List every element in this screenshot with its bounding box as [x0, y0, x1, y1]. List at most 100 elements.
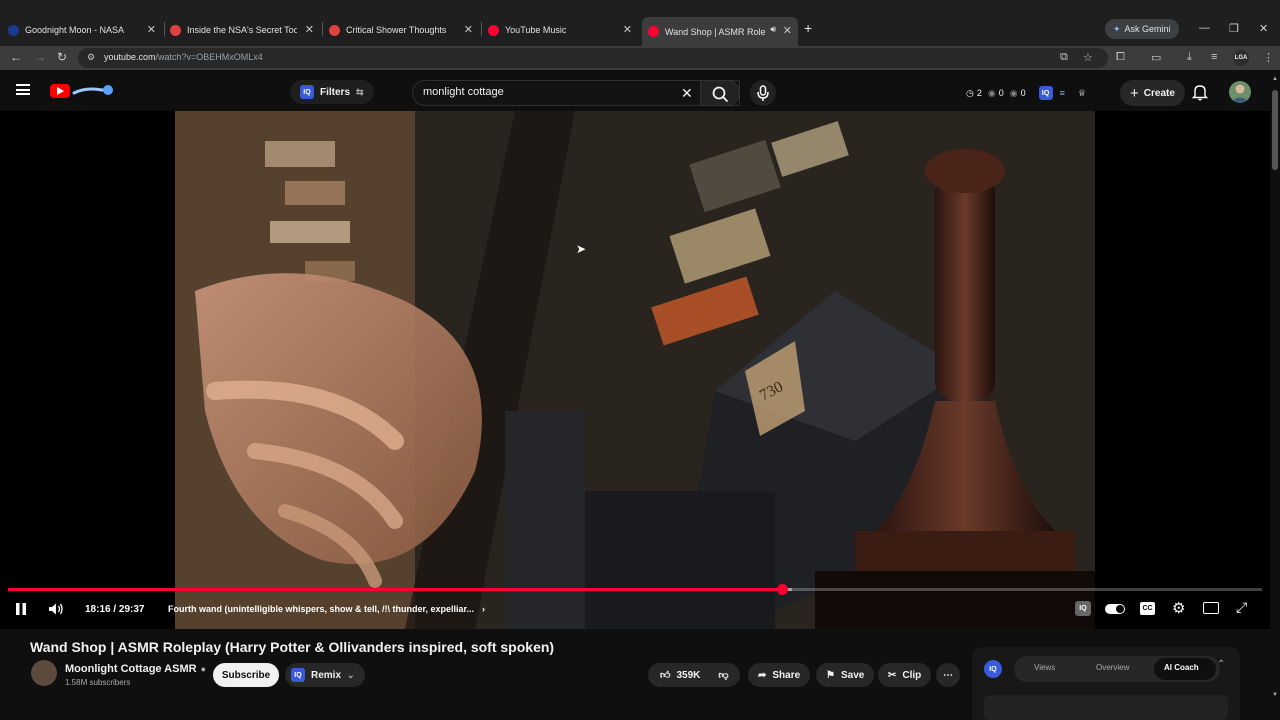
- channel-avatar[interactable]: [31, 660, 57, 686]
- browser-tab-active[interactable]: Wand Shop | ASMR Roleplay 🔊︎ ✕: [642, 17, 798, 46]
- tab-views[interactable]: Views: [1034, 663, 1055, 672]
- verified-icon: ●: [200, 664, 207, 674]
- close-tab-icon[interactable]: ✕: [305, 23, 314, 36]
- youtube-logo[interactable]: [50, 84, 70, 98]
- iq-logo-icon[interactable]: IQ: [1038, 86, 1053, 100]
- close-tab-icon[interactable]: ✕: [783, 24, 792, 37]
- channel-name-row[interactable]: Moonlight Cottage ASMR ●: [65, 663, 206, 675]
- clip-button[interactable]: ✂ Clip: [878, 663, 932, 687]
- clock-icon: ◷: [966, 87, 974, 98]
- browser-tab[interactable]: Inside the NSA's Secret Tool for ✕: [170, 19, 320, 41]
- volume-button[interactable]: [48, 602, 64, 619]
- omnibox[interactable]: ⚙ youtube.com/watch?v=OBEHMxOMLx4 ⧉ ☆: [78, 48, 1108, 68]
- tab-ai-coach[interactable]: AI Coach: [1164, 663, 1199, 672]
- bookmark-star-icon[interactable]: ☆: [1083, 51, 1093, 64]
- browser-menu-icon[interactable]: ⋮: [1263, 51, 1274, 64]
- scroll-up-icon[interactable]: ▲: [1272, 76, 1278, 82]
- search-box[interactable]: ✕: [412, 80, 740, 106]
- download-icon[interactable]: ⤓: [1187, 51, 1192, 64]
- trophy-icon[interactable]: ♕: [1078, 88, 1086, 99]
- search-input[interactable]: [423, 86, 673, 98]
- minimize-icon[interactable]: —: [1199, 22, 1210, 34]
- browser-tab[interactable]: Critical Shower Thoughts ✕: [329, 19, 479, 41]
- close-tab-icon[interactable]: ✕: [147, 23, 156, 36]
- ask-gemini-button[interactable]: ✦ Ask Gemini: [1105, 19, 1179, 39]
- clear-search-icon[interactable]: ✕: [681, 85, 693, 102]
- restore-icon[interactable]: ❐: [1229, 22, 1239, 35]
- profile-avatar[interactable]: LGA: [1233, 50, 1249, 66]
- back-icon[interactable]: ←: [10, 50, 22, 64]
- analytics-side-panel: IQ Views Overview AI Coach ⌃: [972, 647, 1240, 720]
- more-actions-button[interactable]: ⋯: [936, 663, 960, 687]
- dislike-button[interactable]: 👎︎: [718, 669, 728, 681]
- stat-eye-value: 0: [1020, 88, 1026, 98]
- menu-icon[interactable]: [16, 84, 30, 95]
- new-tab-button[interactable]: +: [804, 20, 812, 36]
- autoplay-toggle[interactable]: [1105, 604, 1125, 614]
- pause-button[interactable]: [14, 602, 28, 619]
- settings-gear-icon[interactable]: ⚙: [1172, 599, 1185, 617]
- browser-tab[interactable]: YouTube Music ✕: [488, 19, 638, 41]
- video-frame[interactable]: 730: [175, 111, 1095, 629]
- scroll-thumb[interactable]: [1272, 90, 1278, 170]
- create-label: Create: [1143, 87, 1175, 99]
- close-tab-icon[interactable]: ✕: [623, 23, 632, 36]
- extension-stats[interactable]: ◷ 2 ◉ 0 ◉ 0 IQ ≡ ♕: [966, 86, 1086, 100]
- search-button[interactable]: [700, 80, 740, 106]
- speaker-icon[interactable]: 🔊︎: [770, 24, 776, 35]
- gemini-sparkle-icon: ✦: [1113, 23, 1121, 34]
- remix-label: Remix: [311, 669, 342, 681]
- like-button[interactable]: 👍︎ 359K: [660, 669, 700, 682]
- install-app-icon[interactable]: ⧉: [1060, 51, 1068, 64]
- iq-player-button[interactable]: IQ: [1075, 601, 1091, 616]
- captions-icon[interactable]: CC: [1140, 602, 1155, 615]
- toggle-knob: [1116, 605, 1124, 613]
- youtube-favicon-icon: [648, 26, 659, 37]
- subscribe-button[interactable]: Subscribe: [213, 663, 279, 687]
- voice-search-button[interactable]: [750, 80, 776, 106]
- progress-bar[interactable]: [8, 584, 1262, 595]
- extensions-icon[interactable]: ⧠: [1116, 51, 1125, 64]
- video-player[interactable]: 730 ➤: [0, 111, 1270, 629]
- doodle-logo-icon[interactable]: [72, 84, 114, 98]
- list-icon[interactable]: ≡: [1060, 88, 1065, 98]
- close-tab-icon[interactable]: ✕: [464, 23, 473, 36]
- split-view-icon[interactable]: ▭: [1151, 51, 1161, 64]
- volume-icon: [49, 603, 63, 615]
- filters-button[interactable]: IQ Filters ⇆: [290, 80, 374, 104]
- nasa-favicon-icon: [8, 24, 19, 36]
- tab-overview[interactable]: Overview: [1096, 663, 1129, 672]
- browser-tab-bar: Goodnight Moon - NASA ✕ Inside the NSA's…: [0, 0, 1280, 46]
- share-button[interactable]: ➦ Share: [748, 663, 811, 687]
- chevron-down-icon: ⌄: [347, 669, 355, 680]
- create-button[interactable]: + Create: [1120, 80, 1185, 106]
- reload-icon[interactable]: ↻: [57, 50, 67, 64]
- close-window-icon[interactable]: ✕: [1259, 22, 1268, 35]
- theater-mode-icon[interactable]: [1203, 602, 1219, 614]
- remix-button[interactable]: IQ Remix ⌄: [285, 663, 365, 687]
- scroll-down-icon[interactable]: ▼: [1272, 692, 1278, 698]
- fullscreen-icon[interactable]: ⤢: [1236, 599, 1247, 616]
- tab-title: YouTube Music: [505, 25, 567, 35]
- account-avatar[interactable]: [1229, 81, 1251, 103]
- site-info-icon[interactable]: ⚙: [87, 52, 95, 63]
- channel-name[interactable]: Moonlight Cottage ASMR: [65, 663, 197, 675]
- url-text[interactable]: youtube.com/watch?v=OBEHMxOMLx4: [104, 52, 263, 62]
- browser-tab[interactable]: Goodnight Moon - NASA ✕: [8, 19, 162, 41]
- collapse-chevron-icon[interactable]: ⌃: [1217, 659, 1225, 670]
- youtube-music-favicon-icon: [488, 24, 499, 36]
- clip-label: Clip: [902, 669, 922, 681]
- iq-logo-icon: IQ: [291, 668, 305, 682]
- save-label: Save: [840, 669, 865, 681]
- panel-tab-bar: Views Overview AI Coach: [1014, 656, 1220, 682]
- save-button[interactable]: ⚑ Save: [816, 663, 875, 687]
- url-path: /watch?v=OBEHMxOMLx4: [155, 52, 263, 62]
- media-control-icon[interactable]: ≡: [1211, 51, 1217, 63]
- ask-gemini-label: Ask Gemini: [1124, 24, 1171, 34]
- notifications-bell-icon[interactable]: [1192, 83, 1208, 101]
- page-scrollbar[interactable]: ▲ ▼: [1270, 72, 1280, 720]
- chapter-title[interactable]: Fourth wand (unintelligible whispers, sh…: [168, 604, 485, 614]
- scrubber-handle[interactable]: [776, 584, 788, 595]
- forward-icon[interactable]: →: [34, 50, 46, 64]
- tab-title: Goodnight Moon - NASA: [25, 25, 125, 35]
